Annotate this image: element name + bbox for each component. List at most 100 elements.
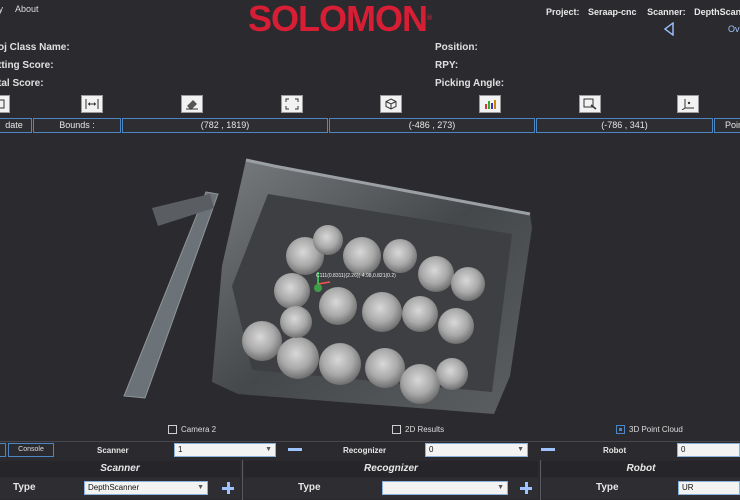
position-label: Position: [435, 42, 478, 53]
add-recognizer-icon[interactable] [520, 482, 532, 494]
robot-count-value: 0 [681, 445, 686, 454]
fit-width-icon [85, 99, 99, 109]
scanner-value: DepthScann [694, 7, 740, 17]
recognizer-panel-title: Recognizer [244, 461, 538, 477]
can-shape [242, 321, 282, 361]
point-button[interactable]: Poin [714, 118, 740, 133]
panel-divider [242, 460, 243, 500]
can-shape [343, 237, 381, 275]
tool-button[interactable] [0, 95, 10, 113]
bounds-y-range: (-486 , 273) [329, 118, 535, 133]
robot-count-select[interactable]: 0 [677, 443, 740, 457]
scanner-type-label: Type [13, 482, 36, 493]
recognizer-type-row: Type ▼ [244, 478, 538, 498]
can-shape [362, 292, 402, 332]
can-shape [277, 337, 319, 379]
recognizer-count-value: 0 [429, 445, 434, 454]
bounds-bar: date Bounds : (782 , 1819) (-486 , 273) … [0, 118, 740, 133]
results2d-checkbox[interactable] [392, 425, 401, 434]
remove-recognizer-icon[interactable] [541, 448, 555, 451]
logo-text: SOLOMON [248, 0, 428, 39]
color-map-button[interactable] [479, 95, 501, 113]
can-shape [438, 308, 474, 344]
fit-width-button[interactable] [81, 95, 103, 113]
solomon-logo: SOLOMON® [248, 0, 493, 38]
bounds-label: Bounds : [33, 118, 121, 133]
can-shape [402, 296, 438, 332]
console-left-tab[interactable] [0, 443, 6, 457]
project-info: Project: Seraap-cnc Scanner: DepthScann [546, 7, 740, 17]
robot-type-value: UR [682, 483, 694, 492]
menu-item-about[interactable]: About [15, 4, 39, 14]
chevron-down-icon: ▼ [517, 446, 524, 453]
console-button[interactable]: Console [8, 443, 54, 457]
cube-icon [385, 98, 397, 110]
results2d-label: 2D Results [405, 425, 445, 434]
recognizer-count-select[interactable]: 0 ▼ [425, 443, 528, 457]
panel-divider [540, 460, 541, 500]
chevron-down-icon: ▼ [265, 446, 272, 453]
expand-icon [285, 98, 299, 110]
color-map-icon [485, 100, 496, 109]
robot-type-row: Type UR [542, 478, 740, 498]
can-shape [319, 343, 361, 385]
robot-type-select[interactable]: UR [678, 481, 740, 495]
eraser-button[interactable] [181, 95, 203, 113]
remove-scanner-icon[interactable] [288, 448, 302, 451]
can-shape [365, 348, 405, 388]
bounds-z-range: (-786 , 341) [536, 118, 713, 133]
expand-button[interactable] [281, 95, 303, 113]
setting-score-label: tting Score: [0, 60, 54, 71]
menu-bar: ify About [0, 4, 49, 14]
object-class-name-label: oj Class Name: [0, 42, 70, 53]
point-cloud-label: 3D Point Cloud [629, 425, 683, 434]
scanner-type-row: Type DepthScanner ▼ [0, 478, 240, 498]
scanner-count-select[interactable]: 1 ▼ [174, 443, 276, 457]
camera2-label: Camera 2 [181, 425, 217, 434]
scanner-count-value: 1 [178, 445, 183, 454]
scanner-type-value: DepthScanner [88, 483, 140, 492]
picking-angle-label: Picking Angle: [435, 78, 505, 89]
zoom-region-button[interactable] [579, 95, 601, 113]
zoom-region-icon [583, 98, 597, 110]
can-shape [418, 256, 454, 292]
cube-view-button[interactable] [380, 95, 402, 113]
control-row: Console Scanner 1 ▼ Recognizer 0 ▼ Robot 0 [0, 442, 740, 459]
eraser-icon [186, 100, 198, 110]
point-cloud-toggle[interactable]: 3D Point Cloud [616, 425, 683, 434]
camera2-toggle[interactable]: Camera 2 [168, 425, 216, 434]
can-shape [319, 287, 357, 325]
add-scanner-icon[interactable] [222, 482, 234, 494]
point-cloud-viewport[interactable]: C111(0.8311)(2.26)(-4.98,0.821(0.2) [0, 136, 740, 422]
project-label: Project: [546, 7, 580, 17]
rpy-label: RPY: [435, 60, 459, 71]
robot-panel-title: Robot [542, 461, 740, 477]
scanner-label: Scanner: [647, 7, 686, 17]
camera2-checkbox[interactable] [168, 425, 177, 434]
project-value: Seraap-cnc [588, 7, 637, 17]
chevron-down-icon: ▼ [197, 484, 204, 491]
can-shape [383, 239, 417, 273]
plank-shape [123, 191, 219, 399]
recognizer-type-label: Type [298, 482, 321, 493]
scanner-count-label: Scanner [97, 446, 129, 455]
bounds-x-range: (782 , 1819) [122, 118, 328, 133]
overflow-tab[interactable]: Ov [728, 24, 740, 34]
can-shape [451, 267, 485, 301]
axis-button[interactable] [677, 95, 699, 113]
results2d-toggle[interactable]: 2D Results [392, 425, 444, 434]
tool-icon [0, 99, 5, 109]
menu-item-modify[interactable]: ify [0, 4, 3, 14]
can-shape [280, 306, 312, 338]
back-arrow-icon[interactable] [663, 22, 675, 36]
pose-overlay-text: C111(0.8311)(2.26)(-4.98,0.821(0.2) [316, 273, 396, 279]
scanner-panel-title: Scanner [0, 461, 240, 477]
update-button[interactable]: date [0, 118, 32, 133]
robot-count-label: Robot [603, 446, 627, 455]
point-cloud-checkbox[interactable] [616, 425, 625, 434]
recognizer-type-select[interactable]: ▼ [382, 481, 508, 495]
point-cloud-render: C111(0.8311)(2.26)(-4.98,0.821(0.2) [123, 158, 532, 414]
total-score-label: tal Score: [0, 78, 44, 89]
can-shape [313, 225, 343, 255]
scanner-type-select[interactable]: DepthScanner ▼ [84, 481, 208, 495]
